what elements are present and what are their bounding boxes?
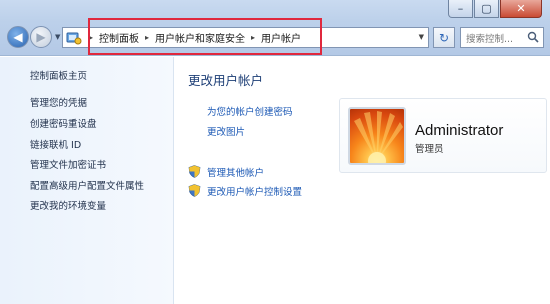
breadcrumb-separator[interactable]: ▸ [145,33,149,42]
sidebar-item-link-online-id[interactable]: 链接联机 ID [30,137,81,151]
breadcrumb-separator[interactable]: ▸ [251,33,255,42]
flower-avatar [348,107,406,165]
minimize-button[interactable]: – [448,0,473,18]
window-controls: – ▢ ✕ [448,0,542,18]
search-placeholder: 搜索控制... [466,33,514,45]
back-icon: ◀ [13,30,23,44]
forward-icon: ▶ [36,30,46,44]
change-picture-link[interactable]: 更改图片 [207,124,245,138]
create-password-link[interactable]: 为您的帐户创建密码 [207,104,293,118]
account-card: Administrator 管理员 [339,98,547,173]
breadcrumb-user-accounts-family-safety[interactable]: 用户帐户和家庭安全 [155,30,245,45]
account-role: 管理员 [415,144,444,155]
sidebar-item-manage-encryption-certificates[interactable]: 管理文件加密证书 [30,157,106,171]
main-content: 更改用户帐户 为您的帐户创建密码 更改图片 管理其他帐户 更改用户帐户控制设置 [175,57,550,304]
breadcrumb-user-accounts[interactable]: 用户帐户 [261,30,301,45]
breadcrumb-control-panel[interactable]: 控制面板 [99,30,139,45]
shield-icon [188,184,201,197]
back-button[interactable]: ◀ [7,26,29,48]
sidebar: 控制面板主页 管理您的凭据 创建密码重设盘 链接联机 ID 管理文件加密证书 配… [0,57,174,304]
control-panel-icon [65,28,83,47]
navigation-buttons: ◀ ▶ ▼ [7,26,60,48]
window-titlebar: – ▢ ✕ ◀ ▶ ▼ ▸ 控制面板 ▸ 用户帐户和家庭安全 ▸ 用户帐户 ▼ … [0,0,550,56]
sidebar-item-control-panel-home[interactable]: 控制面板主页 [30,68,87,82]
close-button[interactable]: ✕ [500,0,542,18]
sidebar-item-create-password-reset-disk[interactable]: 创建密码重设盘 [30,116,97,130]
maximize-button[interactable]: ▢ [474,0,499,18]
sidebar-item-change-environment-variables[interactable]: 更改我的环境变量 [30,198,106,212]
refresh-icon: ↻ [438,30,450,45]
change-uac-settings-link[interactable]: 更改用户帐户控制设置 [207,184,302,198]
address-root-chevron[interactable]: ▸ [89,33,93,42]
sidebar-item-manage-credentials[interactable]: 管理您的凭据 [30,95,87,109]
manage-other-accounts-link[interactable]: 管理其他帐户 [207,165,264,179]
forward-button[interactable]: ▶ [30,26,52,48]
recent-pages-button[interactable]: ▼ [55,33,60,41]
sidebar-item-advanced-profile-properties[interactable]: 配置高级用户配置文件属性 [30,178,144,192]
account-name: Administrator [415,122,504,139]
address-bar[interactable]: ▸ 控制面板 ▸ 用户帐户和家庭安全 ▸ 用户帐户 ▼ [62,27,429,48]
address-dropdown-icon[interactable]: ▼ [419,33,424,41]
page-title: 更改用户帐户 [188,73,264,88]
search-icon[interactable] [527,31,539,46]
refresh-button[interactable]: ↻ [433,27,455,48]
shield-icon [188,165,201,178]
search-input[interactable]: 搜索控制... [460,27,544,48]
